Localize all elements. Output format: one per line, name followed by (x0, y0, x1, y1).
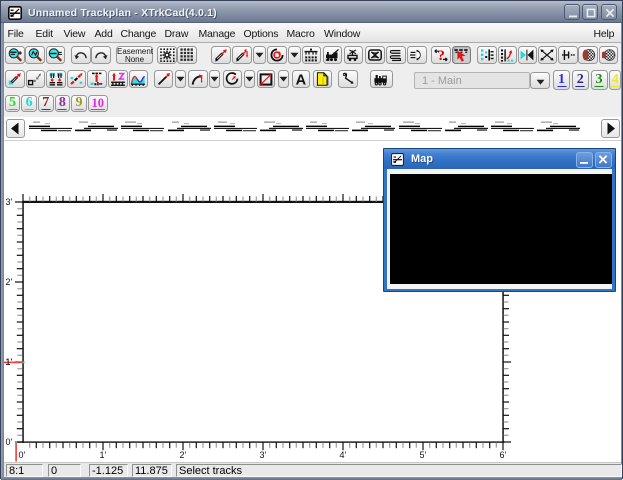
svg-text:1': 1' (6, 357, 13, 367)
svg-text:5': 5' (420, 450, 427, 460)
svg-text:1': 1' (100, 450, 107, 460)
svg-text:6': 6' (500, 450, 507, 460)
svg-text:2': 2' (6, 277, 13, 287)
svg-text:0': 0' (6, 437, 13, 447)
svg-text:4': 4' (340, 450, 347, 460)
svg-text:2': 2' (180, 450, 187, 460)
svg-text:3': 3' (6, 197, 13, 207)
svg-text:0': 0' (19, 450, 26, 460)
svg-text:3': 3' (260, 450, 267, 460)
